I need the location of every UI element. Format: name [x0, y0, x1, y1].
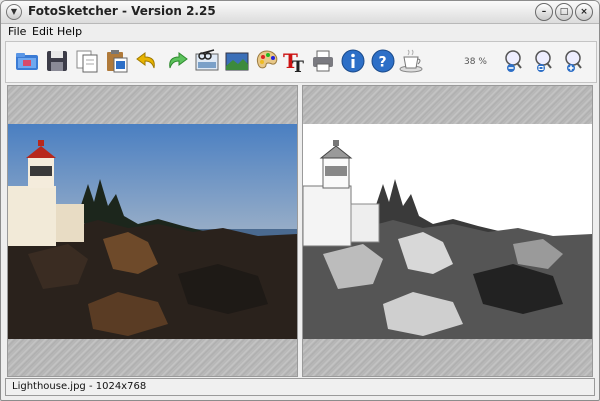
system-menu-icon[interactable]: ▼	[6, 4, 22, 20]
app-window: ▼ FotoSketcher - Version 2.25 – □ × File…	[0, 0, 600, 401]
svg-text:?: ?	[379, 55, 387, 71]
sketch-preview	[303, 124, 592, 339]
undo-icon[interactable]	[134, 48, 160, 74]
crop-image-icon[interactable]	[194, 48, 220, 74]
text-tool-icon[interactable]: TT	[282, 48, 308, 76]
menu-file[interactable]: File	[8, 25, 26, 38]
sketch-preview-panel[interactable]	[302, 85, 593, 377]
zoom-level: 38 %	[464, 57, 487, 67]
open-folder-icon[interactable]	[14, 48, 40, 74]
redo-icon[interactable]	[164, 48, 190, 74]
help-icon[interactable]: ?	[370, 48, 396, 74]
info-icon[interactable]	[340, 48, 366, 74]
paste-icon[interactable]	[104, 48, 130, 74]
maximize-button[interactable]: □	[555, 3, 573, 21]
window-controls: – □ ×	[535, 3, 593, 21]
title-bar[interactable]: ▼ FotoSketcher - Version 2.25 – □ ×	[1, 1, 599, 24]
zoom-in-icon[interactable]	[562, 48, 588, 74]
original-image-panel[interactable]	[7, 85, 298, 377]
palette-icon[interactable]	[254, 48, 280, 74]
menu-edit[interactable]: Edit	[32, 25, 53, 38]
zoom-out-icon[interactable]	[502, 48, 528, 74]
status-bar: Lighthouse.jpg - 1024x768	[5, 378, 595, 396]
zoom-fit-icon[interactable]	[532, 48, 558, 74]
print-icon[interactable]	[310, 48, 336, 74]
menu-help[interactable]: Help	[57, 25, 82, 38]
save-icon[interactable]	[44, 48, 70, 74]
svg-text:T: T	[292, 57, 304, 74]
copy-icon[interactable]	[74, 48, 100, 74]
status-text: Lighthouse.jpg - 1024x768	[12, 381, 147, 392]
original-photo	[8, 124, 297, 339]
menu-bar: File Edit Help	[1, 24, 599, 40]
minimize-button[interactable]: –	[535, 3, 553, 21]
coffee-cup-icon[interactable]	[398, 48, 424, 74]
toolbar: TT ? 38 %	[5, 41, 597, 83]
window-title: FotoSketcher - Version 2.25	[28, 4, 216, 18]
landscape-image-icon[interactable]	[224, 48, 250, 74]
close-button[interactable]: ×	[575, 3, 593, 21]
